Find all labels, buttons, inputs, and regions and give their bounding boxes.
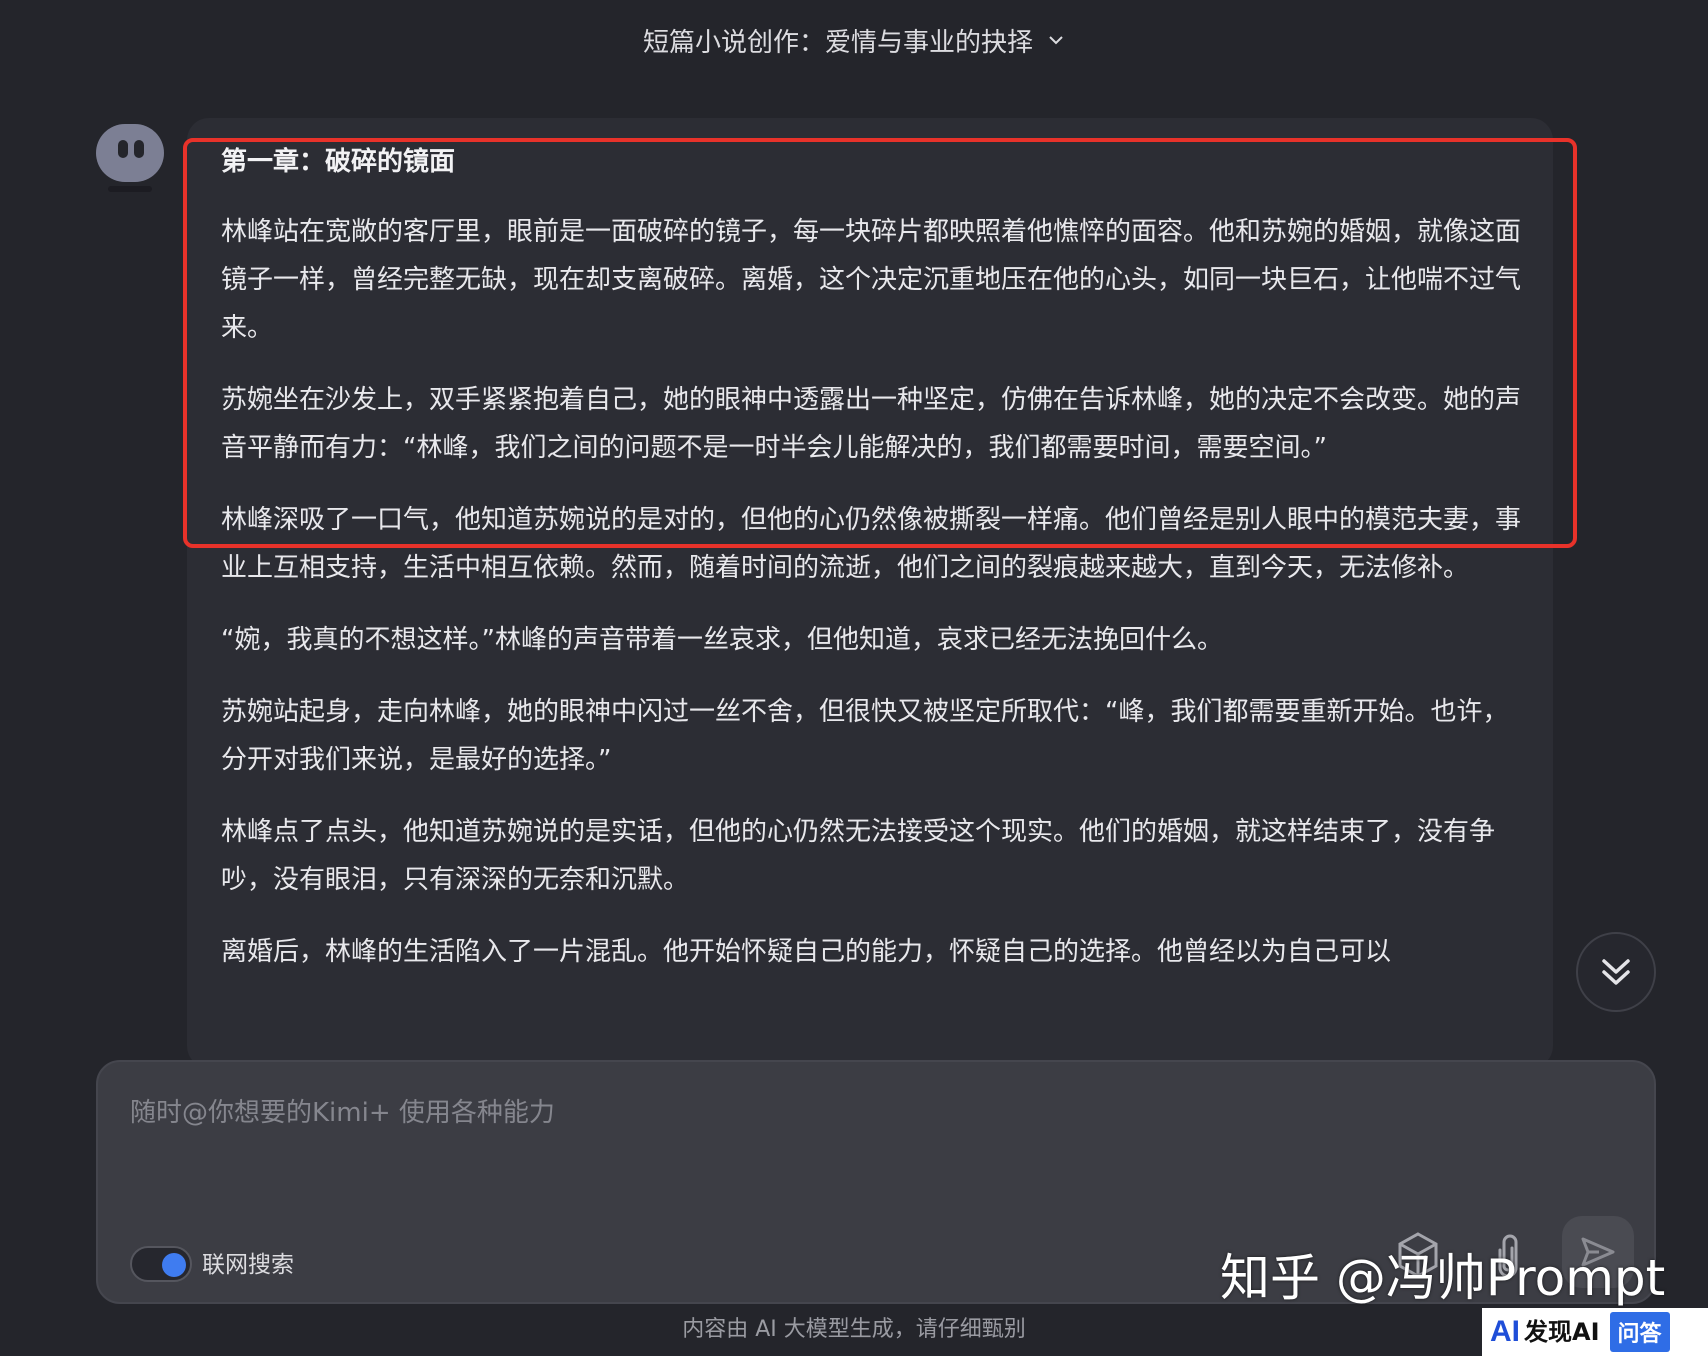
message-paragraph: 离婚后，林峰的生活陷入了一片混乱。他开始怀疑自己的能力，怀疑自己的选择。他曾经以… <box>221 937 1392 967</box>
message-content: 第一章：破碎的镜面 林峰站在宽敞的客厅里，眼前是一面破碎的镜子，每一块碎片都映照… <box>221 138 1521 1000</box>
message-paragraph: 林峰深吸了一口气，他知道苏婉说的是对的，但他的心仍然像被撕裂一样痛。他们曾经是别… <box>221 505 1522 583</box>
message-paragraph: “婉，我真的不想这样。”林峰的声音带着一丝哀求，但他知道，哀求已经无法挽回什么。 <box>221 625 1223 655</box>
ai-disclaimer: 内容由 AI 大模型生成，请仔细甄别 <box>682 1317 1026 1342</box>
message-paragraph: 苏婉坐在沙发上，双手紧紧抱着自己，她的眼神中透露出一种坚定，仿佛在告诉林峰，她的… <box>221 385 1522 463</box>
chapter-title: 第一章：破碎的镜面 <box>221 147 456 177</box>
conversation-title-bar[interactable]: 短篇小说创作：爱情与事业的抉择 <box>0 0 1708 80</box>
message-paragraph: 苏婉站起身，走向林峰，她的眼神中闪过一丝不舍，但很快又被坚定所取代：“峰，我们都… <box>221 697 1509 775</box>
watermark: 知乎 @冯帅Prompt <box>1220 1249 1666 1307</box>
assistant-message: 第一章：破碎的镜面 林峰站在宽敞的客厅里，眼前是一面破碎的镜子，每一块碎片都映照… <box>187 118 1553 1068</box>
chat-input[interactable] <box>130 1092 1530 1172</box>
toggle-knob <box>162 1253 186 1277</box>
web-search-label: 联网搜索 <box>202 1252 294 1278</box>
avatar-eye-left <box>118 140 128 158</box>
web-search-toggle[interactable] <box>130 1246 192 1282</box>
avatar-shadow <box>108 186 152 192</box>
logo-qa-badge: 问答 <box>1609 1312 1670 1352</box>
logo-cn-text: 发现AI <box>1524 1318 1600 1346</box>
message-paragraph: 林峰点了点头，他知道苏婉说的是实话，但他的心仍然无法接受这个现实。他们的婚姻，就… <box>221 817 1496 895</box>
double-chevron-down-icon <box>1602 959 1630 985</box>
message-paragraph: 林峰站在宽敞的客厅里，眼前是一面破碎的镜子，每一块碎片都映照着他憔悴的面容。他和… <box>221 217 1522 343</box>
scroll-to-bottom-button[interactable] <box>1576 932 1656 1012</box>
avatar-eye-right <box>134 140 144 158</box>
logo-ai-text: AI <box>1490 1315 1520 1348</box>
assistant-avatar <box>96 124 164 182</box>
chevron-down-icon[interactable] <box>1047 31 1065 49</box>
site-logo: AI 发现AI 问答 <box>1482 1308 1708 1356</box>
conversation-title: 短篇小说创作：爱情与事业的抉择 <box>642 27 1033 58</box>
